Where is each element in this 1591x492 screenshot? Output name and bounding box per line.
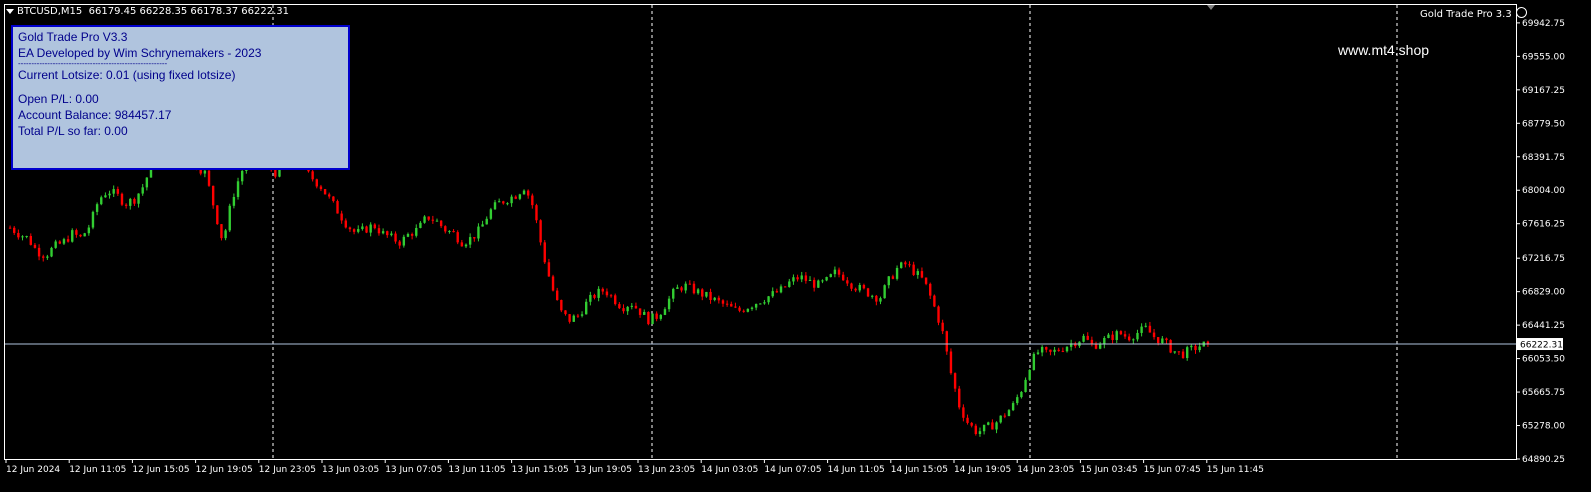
candle [365, 225, 368, 234]
ea-title: Gold Trade Pro V3.3 [18, 30, 128, 44]
candle [937, 305, 940, 326]
candle [1028, 369, 1031, 381]
x-tick-label: 14 Jun 23:05 [1017, 465, 1074, 475]
candle [91, 210, 95, 230]
candle [933, 294, 936, 308]
candle [535, 203, 538, 224]
candle [83, 232, 86, 237]
candle [647, 311, 650, 326]
y-tick-label: 68391.75 [1522, 153, 1565, 163]
candle [539, 219, 542, 246]
candle [211, 185, 215, 209]
candle [216, 205, 219, 225]
x-tick-label: 13 Jun 15:05 [512, 465, 569, 475]
candle [560, 299, 563, 313]
candle [551, 274, 555, 292]
candle [900, 261, 903, 269]
candle [543, 239, 546, 264]
candle [817, 279, 820, 288]
candle [866, 287, 870, 298]
x-tick-label: 13 Jun 07:05 [385, 465, 442, 475]
ea-lotsize: Current Lotsize: 0.01 (using fixed lotsi… [18, 68, 236, 82]
watermark: www.mt4.shop [1338, 42, 1430, 58]
candle [614, 293, 617, 306]
candle [945, 330, 949, 355]
x-tick-label: 15 Jun 11:45 [1207, 465, 1264, 475]
y-tick-label: 69167.25 [1522, 86, 1565, 96]
ea-open-pl: Open P/L: 0.00 [18, 92, 99, 106]
x-tick-label: 14 Jun 11:05 [828, 465, 885, 475]
ea-balance: Account Balance: 984457.17 [18, 108, 172, 122]
y-tick-label: 69555.00 [1522, 52, 1565, 62]
candle [120, 192, 124, 207]
candle [489, 207, 493, 220]
y-tick-label: 68004.00 [1522, 186, 1565, 196]
candle [999, 415, 1002, 424]
symbol-info: BTCUSD,M15 66179.45 66228.35 66178.37 66… [6, 6, 289, 17]
x-tick-label: 13 Jun 11:05 [448, 465, 505, 475]
y-tick-label: 69942.75 [1522, 19, 1565, 29]
ohlc-values: 66179.45 66228.35 66178.37 66222.31 [88, 6, 290, 17]
candle [71, 228, 74, 243]
candle [883, 284, 886, 299]
x-tick-label: 12 Jun 2024 [6, 465, 60, 475]
x-tick-label: 12 Jun 19:05 [196, 465, 253, 475]
candle [1169, 339, 1172, 354]
y-tick-label: 64890.25 [1522, 455, 1565, 465]
y-tick-label: 66441.25 [1522, 321, 1565, 331]
candle [1032, 352, 1036, 371]
x-tick-label: 12 Jun 15:05 [132, 465, 189, 475]
x-tick-label: 14 Jun 15:05 [891, 465, 948, 475]
candle [949, 348, 953, 375]
current-price-label: 66222.31 [1520, 341, 1563, 351]
x-tick-label: 14 Jun 03:05 [701, 465, 758, 475]
y-tick-label: 67216.75 [1522, 254, 1565, 264]
candle [958, 385, 961, 410]
y-tick-label: 65278.00 [1522, 422, 1565, 432]
candle [50, 246, 53, 258]
symbol-name: BTCUSD,M15 [17, 6, 83, 17]
candle [829, 273, 832, 278]
y-tick-label: 66829.00 [1522, 288, 1565, 298]
ea-name-label[interactable]: Gold Trade Pro 3.3 [1420, 7, 1527, 20]
candle [323, 188, 327, 195]
x-tick-label: 14 Jun 07:05 [764, 465, 821, 475]
x-tick-label: 12 Jun 11:05 [69, 465, 126, 475]
candle [207, 168, 211, 187]
x-tick-label: 15 Jun 07:45 [1144, 465, 1201, 475]
x-tick-label: 13 Jun 19:05 [575, 465, 632, 475]
smiley-icon [1515, 7, 1527, 18]
candle [651, 313, 654, 325]
candle [456, 230, 459, 245]
x-tick-label: 14 Jun 19:05 [954, 465, 1011, 475]
ea-total-pl: Total P/L so far: 0.00 [18, 124, 128, 138]
candle [228, 203, 231, 233]
candle [336, 199, 339, 214]
x-tick-label: 13 Jun 03:05 [322, 465, 379, 475]
chevron-down-icon[interactable] [6, 8, 14, 14]
x-tick-label: 13 Jun 23:05 [638, 465, 695, 475]
y-tick-label: 68779.50 [1522, 119, 1565, 129]
candle [220, 223, 223, 241]
y-tick-label: 67616.25 [1522, 220, 1565, 230]
x-tick-label: 12 Jun 23:05 [259, 465, 316, 475]
x-tick-label: 15 Jun 03:45 [1080, 465, 1137, 475]
y-tick-label: 66053.50 [1522, 355, 1565, 365]
ea-name-text: Gold Trade Pro 3.3 [1420, 9, 1512, 20]
ea-info-panel: Gold Trade Pro V3.3 EA Developed by Wim … [11, 25, 350, 170]
y-tick-label: 65665.75 [1522, 388, 1565, 398]
ea-developer: EA Developed by Wim Schrynemakers - 2023 [18, 46, 262, 60]
